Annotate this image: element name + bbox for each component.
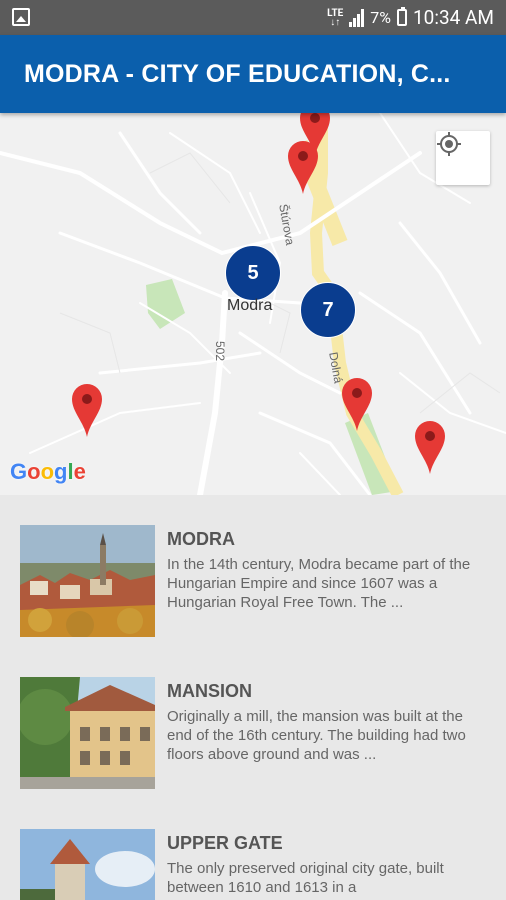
list-item[interactable]: MANSION Originally a mill, the mansion w…: [20, 677, 490, 789]
battery-icon: [396, 7, 407, 26]
page-title: MODRA - CITY OF EDUCATION, C...: [24, 60, 451, 88]
place-title: MANSION: [167, 681, 252, 701]
battery-percent: 7%: [370, 8, 391, 27]
app-bar: MODRA - CITY OF EDUCATION, C...: [0, 35, 506, 113]
place-title: UPPER GATE: [167, 833, 283, 853]
map-pin[interactable]: [286, 139, 320, 195]
place-description: Originally a mill, the mansion was built…: [167, 708, 466, 763]
signal-icon: [349, 8, 365, 27]
town-label: Modra: [227, 297, 273, 314]
street-label-502: 502: [213, 341, 227, 362]
status-bar: LTE ↓↑ 7% 10:34 AM: [0, 0, 506, 35]
map-pin[interactable]: [413, 419, 447, 475]
map-cluster[interactable]: 5: [225, 245, 281, 301]
place-title: MODRA: [167, 529, 235, 549]
clock: 10:34 AM: [412, 6, 494, 29]
places-list[interactable]: MODRA In the 14th century, Modra became …: [0, 495, 506, 900]
crosshair-icon: [437, 132, 461, 156]
map-cluster[interactable]: 7: [300, 282, 356, 338]
list-item[interactable]: MODRA In the 14th century, Modra became …: [20, 525, 490, 637]
place-description: The only preserved original city gate, b…: [167, 860, 444, 896]
map-view[interactable]: Štúrova Dolná 502 5 7 Modra Google: [0, 113, 506, 495]
lte-indicator: LTE ↓↑: [327, 7, 344, 28]
google-logo: Google: [10, 459, 86, 484]
place-thumbnail: [20, 525, 155, 637]
image-notification-icon: [12, 8, 30, 26]
my-location-button[interactable]: [436, 131, 490, 185]
map-pin[interactable]: [340, 376, 374, 432]
place-thumbnail: [20, 829, 155, 900]
list-item[interactable]: UPPER GATE The only preserved original c…: [20, 829, 490, 900]
place-description: In the 14th century, Modra became part o…: [167, 556, 471, 611]
map-pin[interactable]: [70, 382, 104, 438]
place-thumbnail: [20, 677, 155, 789]
